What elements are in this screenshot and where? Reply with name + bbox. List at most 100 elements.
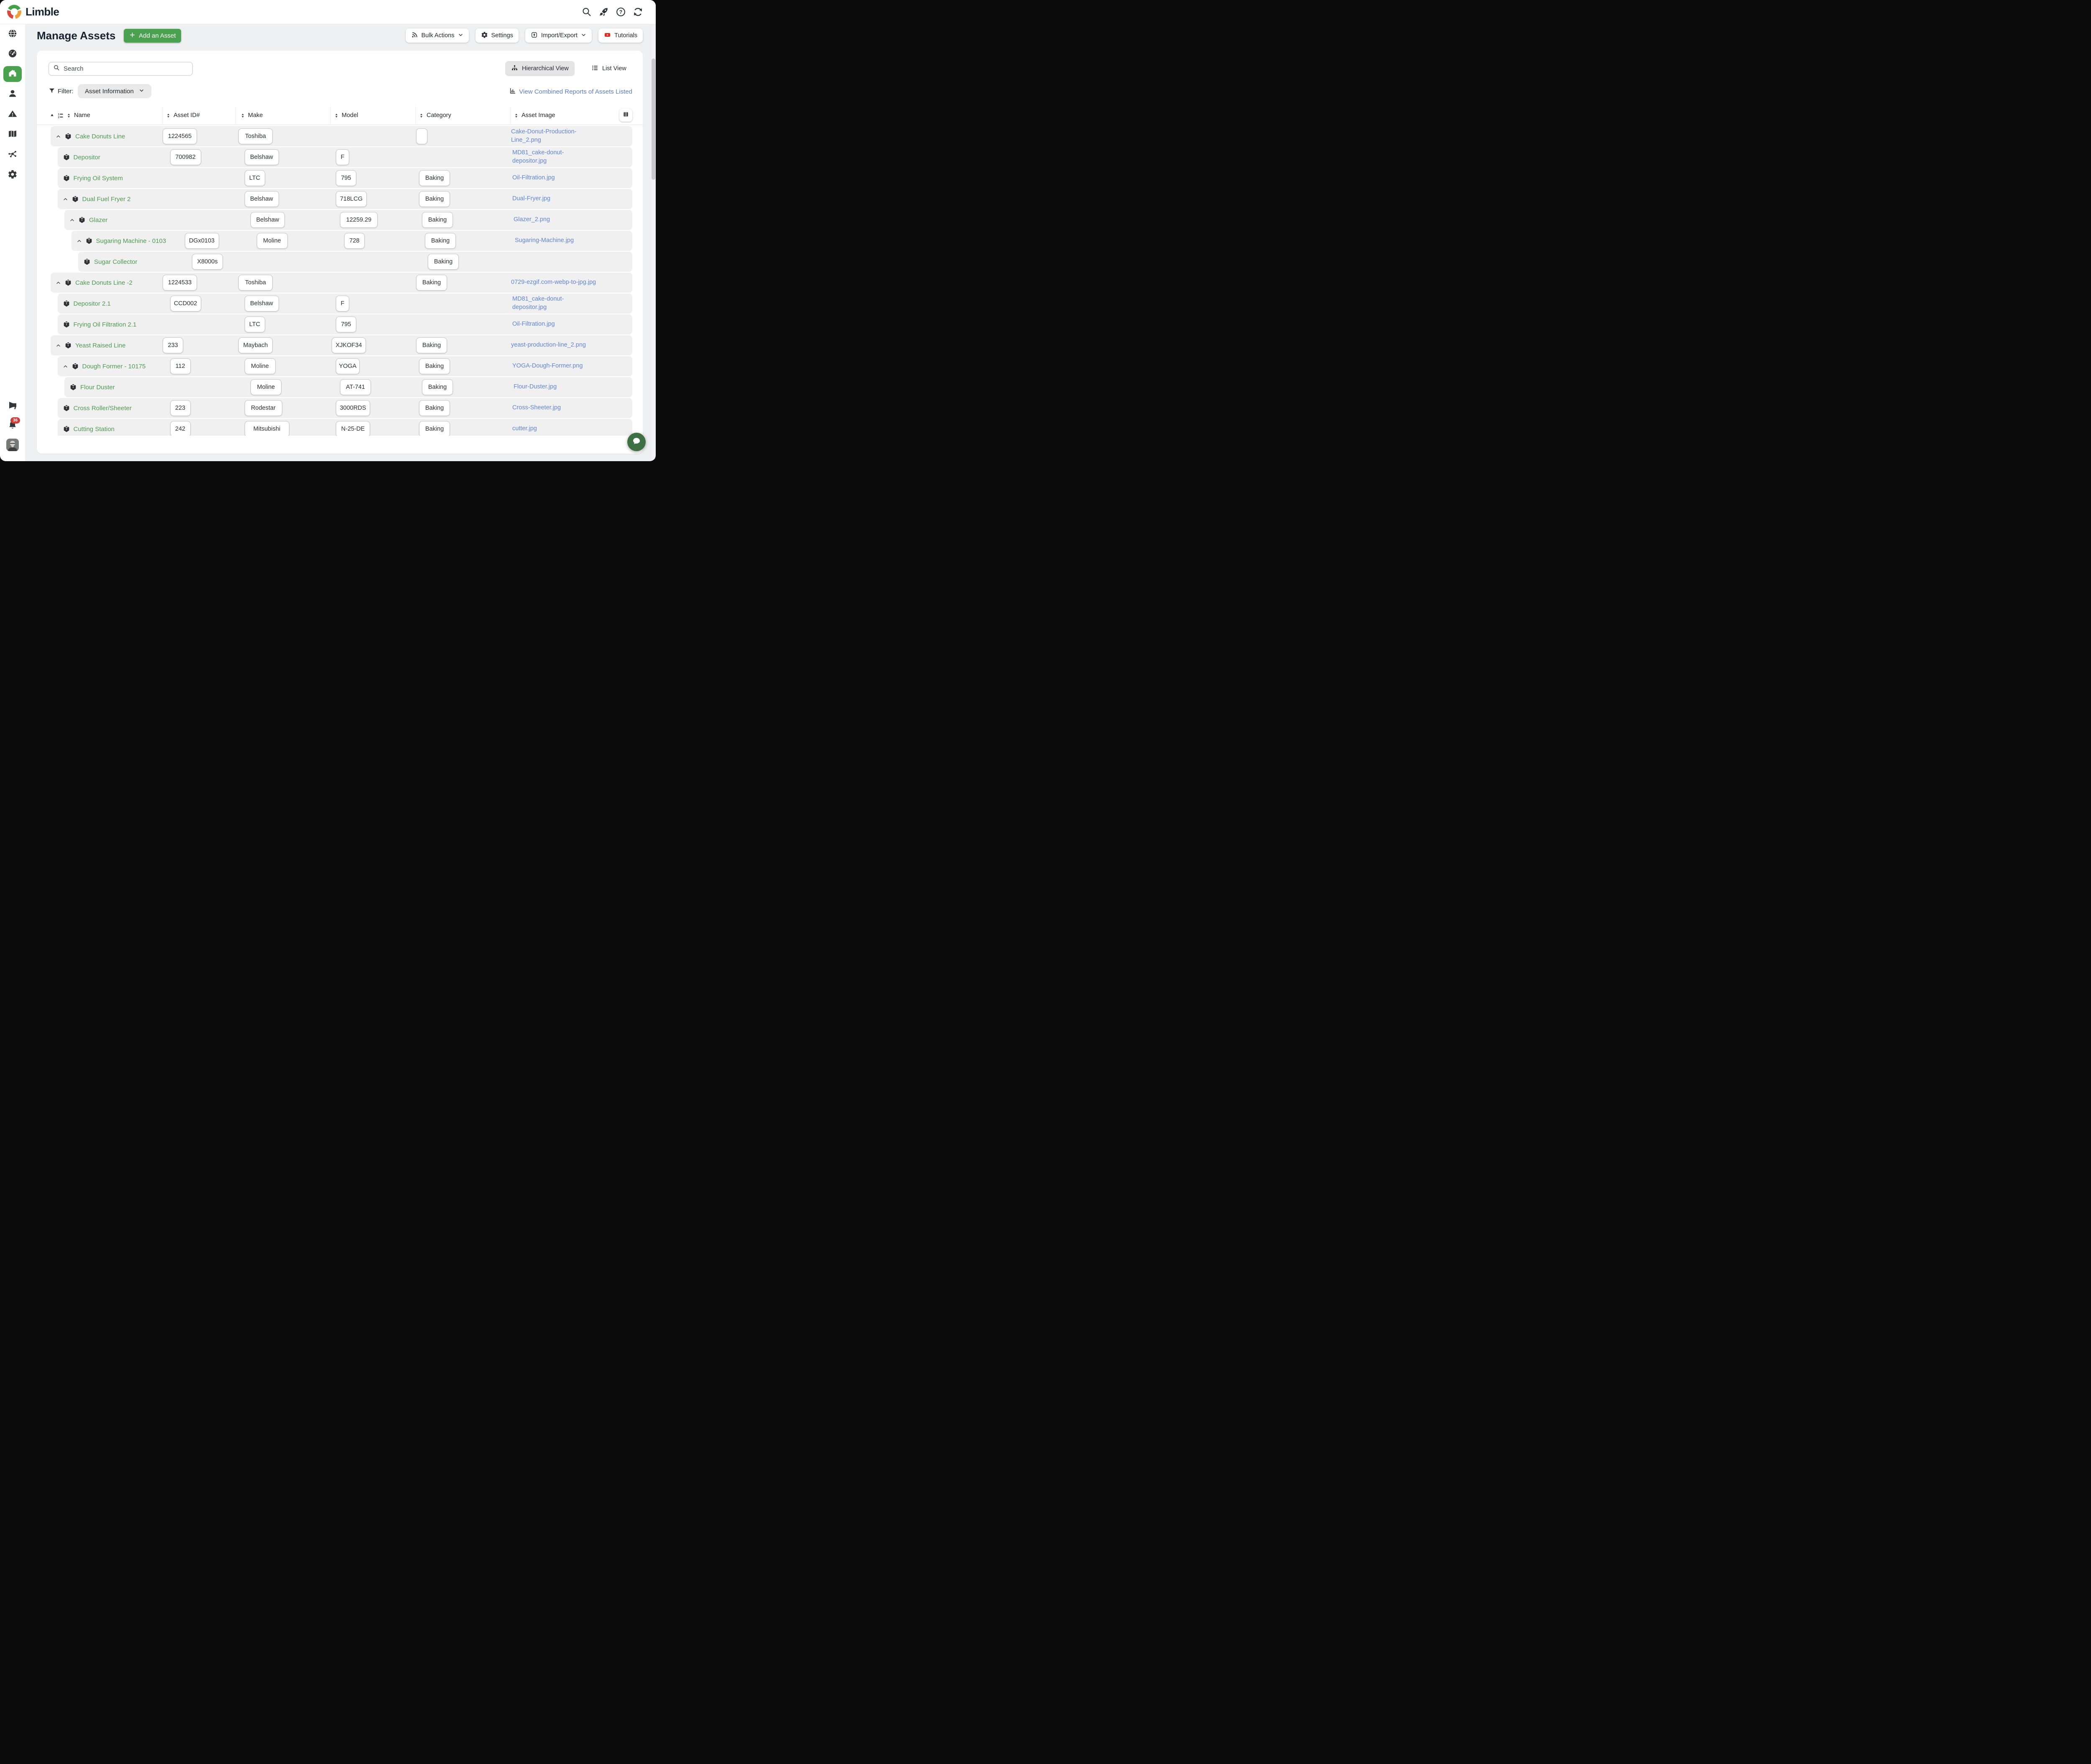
settings-button[interactable]: Settings: [475, 28, 519, 43]
asset-image-link[interactable]: MD81_cake-donut-depositor.jpg: [512, 149, 598, 165]
filter-dropdown[interactable]: Asset Information: [78, 84, 151, 98]
category-input[interactable]: Baking: [422, 212, 453, 228]
column-header-make[interactable]: Make: [240, 107, 263, 124]
asset-image-link[interactable]: YOGA-Dough-Former.png: [512, 362, 583, 370]
make-input[interactable]: Belshaw: [245, 191, 279, 207]
hierarchical-view-toggle[interactable]: Hierarchical View: [505, 61, 575, 76]
asset-name-link[interactable]: Dual Fuel Fryer 2: [82, 196, 131, 203]
collapse-chevron-icon[interactable]: [56, 280, 61, 286]
asset-name-link[interactable]: Cross Roller/Sheeter: [74, 405, 132, 412]
search-input[interactable]: [63, 65, 188, 73]
category-input[interactable]: Baking: [419, 421, 450, 436]
asset-name-link[interactable]: Cake Donuts Line: [75, 133, 125, 140]
sort-icon[interactable]: [419, 113, 424, 118]
model-input[interactable]: 3000RDS: [336, 400, 370, 416]
list-view-toggle[interactable]: List View: [585, 61, 632, 76]
make-input[interactable]: Moline: [251, 379, 281, 395]
model-input[interactable]: F: [336, 149, 349, 165]
sidebar-item-gauge[interactable]: [8, 49, 18, 59]
category-input[interactable]: Baking: [416, 337, 447, 353]
collapse-chevron-icon[interactable]: [63, 364, 68, 369]
sidebar-item-user[interactable]: [8, 89, 18, 99]
category-input[interactable]: Baking: [416, 275, 447, 291]
asset-image-link[interactable]: 0729-ezgif.com-webp-to-jpg.jpg: [511, 278, 596, 287]
collapse-chevron-icon[interactable]: [56, 343, 61, 348]
search-icon[interactable]: [581, 7, 592, 17]
asset-name-link[interactable]: Glazer: [89, 217, 107, 224]
limble-logo[interactable]: Limble: [5, 3, 59, 20]
megaphone-icon[interactable]: [8, 400, 18, 410]
model-input[interactable]: YOGA: [336, 358, 360, 374]
sync-icon[interactable]: [633, 7, 643, 17]
sort-icon[interactable]: [166, 113, 171, 118]
asset-name-link[interactable]: Flour Duster: [80, 384, 115, 391]
column-header-asset-image[interactable]: Asset Image: [514, 107, 555, 124]
category-input[interactable]: Baking: [425, 233, 456, 249]
asset-name-link[interactable]: Frying Oil Filtration 2.1: [74, 321, 137, 328]
asset-image-link[interactable]: yeast-production-line_2.png: [511, 341, 586, 350]
asset-id-input[interactable]: 1224533: [163, 275, 197, 291]
sort-icon[interactable]: [240, 113, 245, 118]
model-input[interactable]: 795: [336, 317, 356, 332]
user-avatar[interactable]: [6, 439, 19, 451]
sort-icon[interactable]: [66, 113, 72, 118]
chat-launcher-button[interactable]: [627, 433, 646, 451]
asset-name-link[interactable]: Cake Donuts Line -2: [75, 279, 133, 286]
category-input[interactable]: Baking: [419, 400, 450, 416]
column-header-asset-id[interactable]: Asset ID#: [166, 107, 200, 124]
help-icon[interactable]: ?: [616, 7, 626, 17]
model-input[interactable]: 795: [336, 170, 356, 186]
sidebar-item-globe[interactable]: [8, 28, 18, 38]
tutorials-button[interactable]: Tutorials: [598, 28, 643, 43]
make-input[interactable]: Maybach: [238, 337, 273, 353]
asset-name-link[interactable]: Yeast Raised Line: [75, 342, 125, 349]
rocket-icon[interactable]: [598, 7, 609, 17]
make-input[interactable]: LTC: [245, 170, 265, 186]
model-input[interactable]: AT-741: [340, 379, 371, 395]
category-input[interactable]: Baking: [419, 191, 450, 207]
asset-id-input[interactable]: 1224565: [163, 128, 197, 144]
make-input[interactable]: Moline: [257, 233, 288, 249]
asset-name-link[interactable]: Depositor 2.1: [74, 300, 111, 307]
category-input[interactable]: Baking: [419, 170, 450, 186]
make-input[interactable]: LTC: [245, 317, 265, 332]
category-input[interactable]: Baking: [419, 358, 450, 374]
asset-image-link[interactable]: Oil-Filtration.jpg: [512, 320, 555, 329]
model-input[interactable]: 12259.29: [340, 212, 378, 228]
asset-image-link[interactable]: Glazer_2.png: [514, 216, 550, 224]
collapse-chevron-icon[interactable]: [69, 217, 75, 223]
combined-reports-link[interactable]: View Combined Reports of Assets Listed: [509, 87, 632, 96]
sort-icon[interactable]: [334, 113, 339, 118]
asset-name-link[interactable]: Dough Former - 10175: [82, 363, 146, 370]
asset-name-link[interactable]: Sugar Collector: [94, 258, 137, 265]
make-input[interactable]: Mitsubishi: [245, 421, 289, 436]
model-input[interactable]: 728: [344, 233, 365, 249]
sidebar-item-home-active[interactable]: [3, 66, 22, 82]
asset-image-link[interactable]: Cake-Donut-Production-Line_2.png: [511, 128, 597, 144]
asset-id-input[interactable]: 223: [170, 400, 191, 416]
asset-image-link[interactable]: Oil-Filtration.jpg: [512, 174, 555, 182]
sidebar-item-warning-triangle[interactable]: [8, 109, 18, 119]
asset-image-link[interactable]: cutter.jpg: [512, 425, 537, 433]
asset-image-link[interactable]: Dual-Fryer.jpg: [512, 195, 550, 203]
asset-image-link[interactable]: Cross-Sheeter.jpg: [512, 404, 561, 412]
model-input[interactable]: XJKOF34: [332, 337, 366, 353]
model-input[interactable]: F: [336, 296, 349, 311]
asset-name-link[interactable]: Frying Oil System: [74, 175, 123, 182]
sort-icon[interactable]: [514, 113, 519, 118]
asset-image-link[interactable]: Flour-Duster.jpg: [514, 383, 557, 391]
asset-name-link[interactable]: Depositor: [74, 154, 100, 161]
column-header-category[interactable]: Category: [419, 107, 451, 124]
asset-id-input[interactable]: 700982: [170, 149, 201, 165]
sort-ascending-icon[interactable]: [49, 113, 55, 118]
make-input[interactable]: Rodestar: [245, 400, 282, 416]
asset-name-link[interactable]: Sugaring Machine - 0103: [96, 237, 166, 245]
model-input[interactable]: N-25-DE: [336, 421, 370, 436]
make-input[interactable]: Toshiba: [238, 275, 273, 291]
asset-id-input[interactable]: 233: [163, 337, 183, 353]
asset-id-input[interactable]: 242: [170, 421, 191, 436]
scrollbar-thumb[interactable]: [652, 59, 655, 180]
make-input[interactable]: Belshaw: [245, 149, 279, 165]
category-input[interactable]: Baking: [428, 254, 459, 270]
category-input-empty[interactable]: [416, 128, 427, 144]
